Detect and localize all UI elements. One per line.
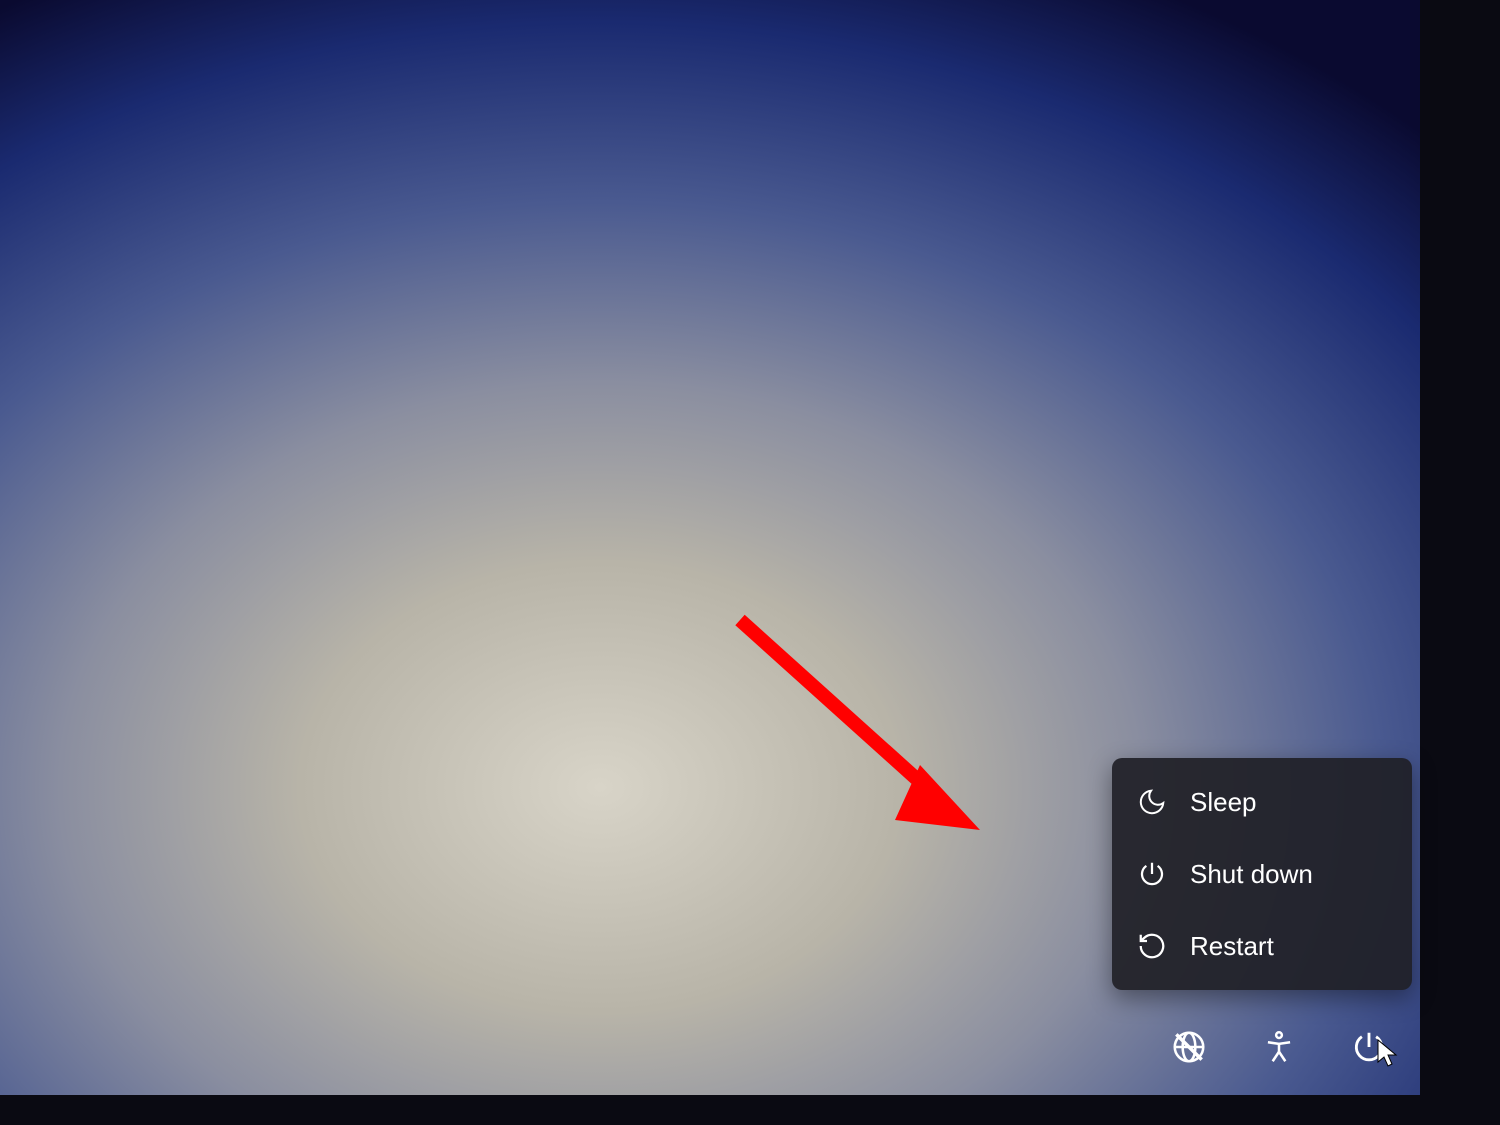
accessibility-button[interactable] xyxy=(1258,1028,1300,1070)
annotation-arrow xyxy=(720,600,1020,905)
shutdown-menu-item[interactable]: Shut down xyxy=(1112,838,1412,910)
power-menu: Sleep Shut down Restart xyxy=(1112,758,1412,990)
screen-edge-right xyxy=(1420,0,1500,1125)
restart-label: Restart xyxy=(1190,931,1274,962)
power-icon xyxy=(1136,858,1168,890)
restart-menu-item[interactable]: Restart xyxy=(1112,910,1412,982)
sleep-label: Sleep xyxy=(1190,787,1257,818)
lock-screen-bottom-bar xyxy=(1168,1028,1390,1070)
restart-icon xyxy=(1136,930,1168,962)
accessibility-icon xyxy=(1260,1028,1298,1071)
network-button[interactable] xyxy=(1168,1028,1210,1070)
moon-icon xyxy=(1136,786,1168,818)
power-button[interactable] xyxy=(1348,1028,1390,1070)
screen-edge-bottom xyxy=(0,1095,1500,1125)
shutdown-label: Shut down xyxy=(1190,859,1313,890)
power-icon xyxy=(1350,1028,1388,1071)
network-icon xyxy=(1170,1028,1208,1071)
sleep-menu-item[interactable]: Sleep xyxy=(1112,766,1412,838)
